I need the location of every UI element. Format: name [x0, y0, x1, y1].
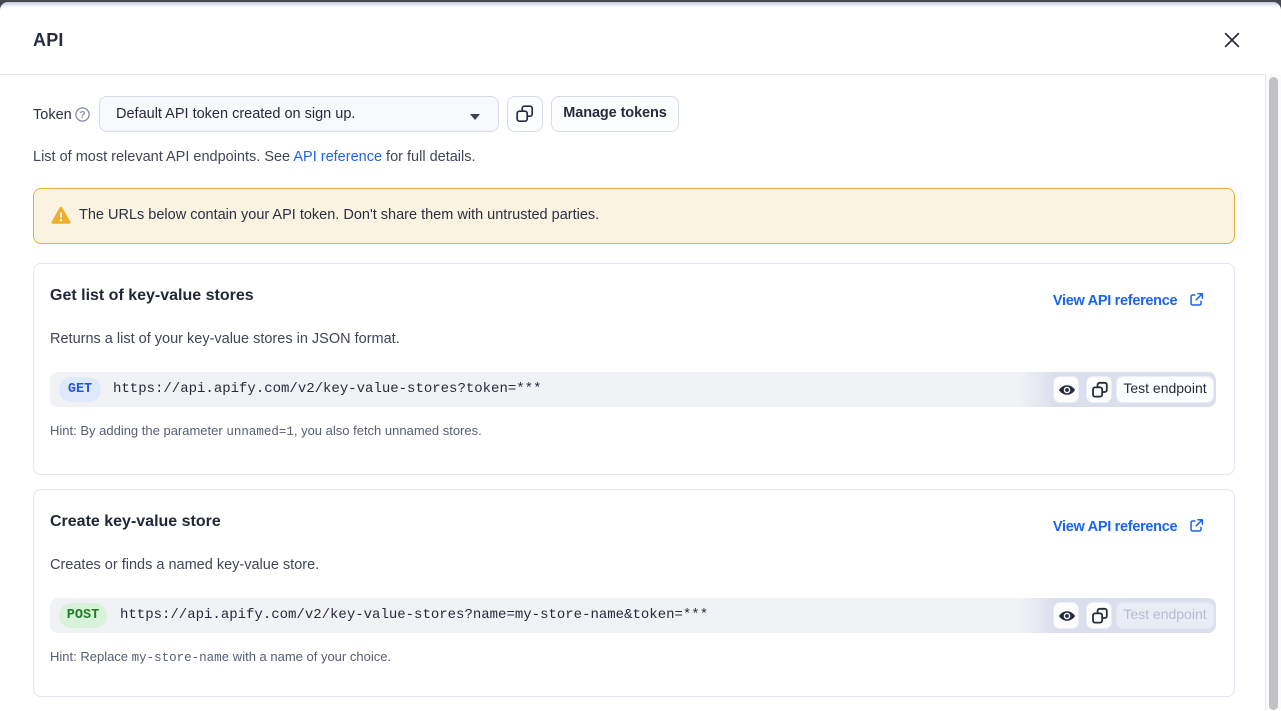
svg-text:?: ?: [79, 109, 85, 121]
